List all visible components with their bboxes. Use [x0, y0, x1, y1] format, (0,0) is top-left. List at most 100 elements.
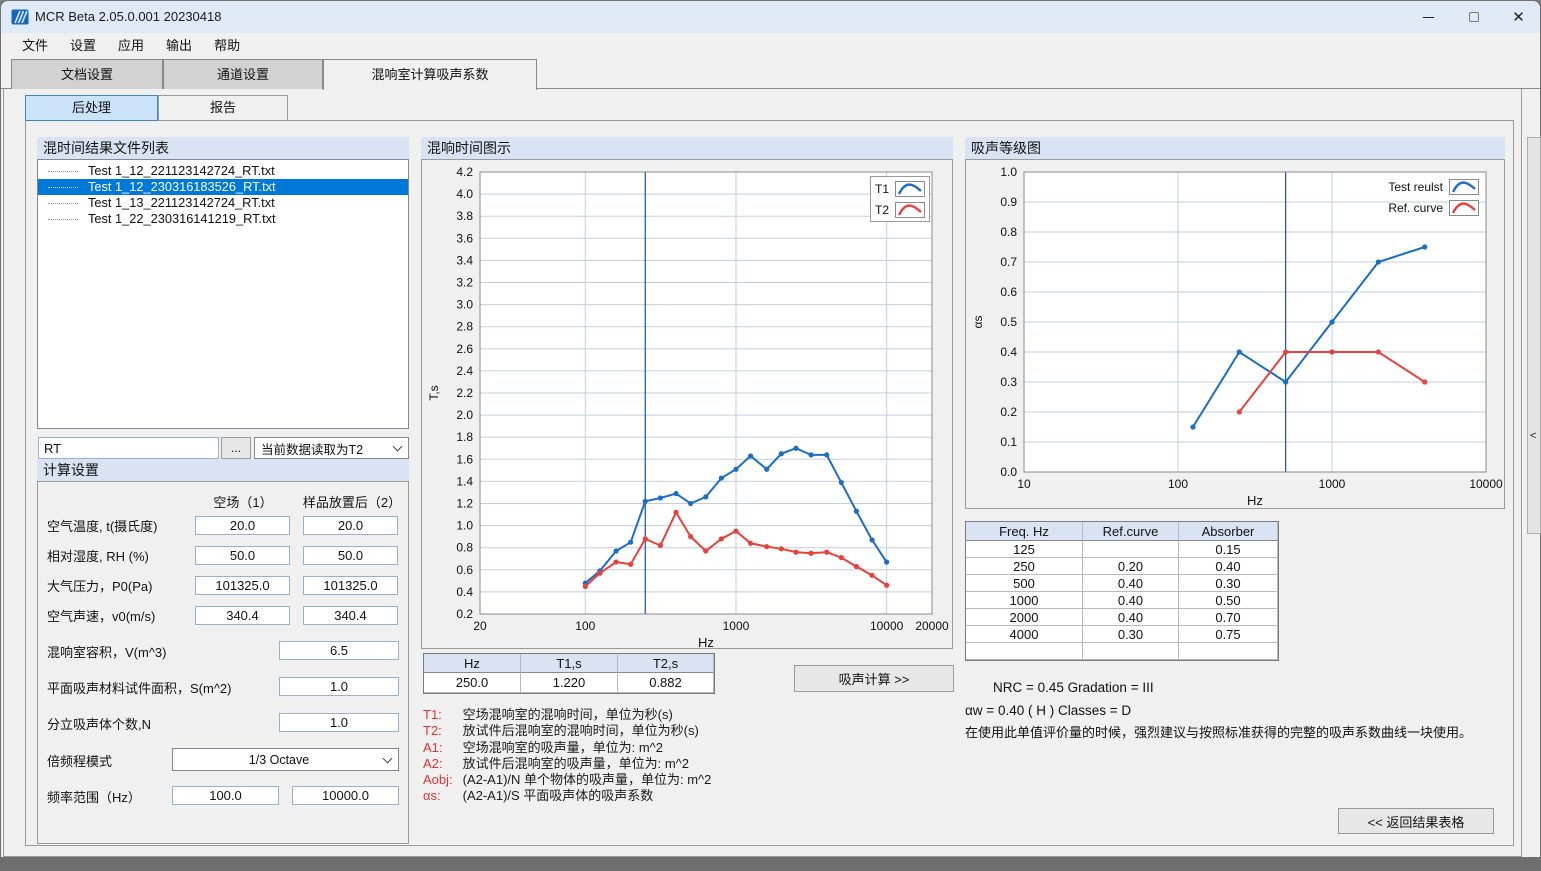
svg-text:0.2: 0.2 [456, 607, 473, 621]
subtab-后处理[interactable]: 后处理 [25, 95, 158, 121]
series-curve-icon [895, 202, 925, 218]
menu-设置[interactable]: 设置 [59, 35, 107, 57]
aw-result-text: αw = 0.40 ( H ) Classes = D [965, 703, 1131, 718]
legend-item-T1: T1 [875, 178, 925, 199]
svg-text:4.0: 4.0 [456, 187, 473, 201]
rt-name-input[interactable] [38, 437, 219, 459]
svg-text:20000: 20000 [915, 619, 949, 633]
calc-field-v2[interactable] [303, 546, 398, 565]
close-button[interactable]: ✕ [1496, 1, 1541, 33]
note-line: T2: 放试件后混响室的混响时间，单位为秒(s) [423, 723, 963, 739]
data-read-dropdown[interactable]: 当前数据读取为T2 [254, 437, 409, 459]
grade-table-cell: 1000 [966, 592, 1083, 609]
absorber-count-field[interactable] [279, 713, 399, 732]
note-line: αs: (A2-A1)/S 平面吸声体的吸声系数 [423, 788, 963, 804]
maximize-button[interactable] [1451, 1, 1496, 33]
return-results-button[interactable]: << 返回结果表格 [1338, 808, 1494, 834]
svg-text:3.2: 3.2 [456, 276, 473, 290]
legend-label: Test reulst [1388, 180, 1443, 194]
file-list[interactable]: Test 1_12_221123142724_RT.txtTest 1_12_2… [37, 159, 409, 429]
svg-text:0.1: 0.1 [1000, 435, 1017, 449]
svg-text:3.0: 3.0 [456, 298, 473, 312]
collapse-splitter[interactable]: < [1527, 137, 1541, 534]
calc-field-v1[interactable] [195, 606, 290, 625]
rt-table-cell-t1: 1.220 [521, 673, 618, 693]
calc-field-v2[interactable] [303, 516, 398, 535]
screen: MCR Beta 2.05.0.001 20230418 ✕ 文件设置应用输出帮… [0, 0, 1541, 871]
rt-table-header: T2,s [618, 654, 714, 673]
note-text: 放试件后混响室的混响时间，单位为秒(s) [459, 723, 699, 738]
grade-table-cell: 0.40 [1179, 558, 1278, 575]
note-text: 空场混响室的吸声量，单位为: m^2 [459, 740, 663, 755]
menu-文件[interactable]: 文件 [11, 35, 59, 57]
menu-bar: 文件设置应用输出帮助 [1, 33, 1540, 59]
svg-text:20: 20 [473, 619, 487, 633]
grade-table-cell: 500 [966, 575, 1083, 592]
browse-button[interactable]: ... [221, 437, 251, 459]
window-title: MCR Beta 2.05.0.001 20230418 [35, 1, 221, 33]
calc-field-v2[interactable] [303, 606, 398, 625]
file-list-item[interactable]: Test 1_13_221123142724_RT.txt [38, 195, 408, 211]
freq-min-field[interactable] [172, 786, 279, 805]
svg-text:1.8: 1.8 [456, 430, 473, 444]
tree-branch-icon [48, 219, 78, 220]
file-name: Test 1_12_230316183526_RT.txt [88, 179, 276, 195]
sample-area-field[interactable] [279, 677, 399, 696]
calc-field-v1[interactable] [195, 576, 290, 595]
calc-field-v1[interactable] [195, 546, 290, 565]
app-window: MCR Beta 2.05.0.001 20230418 ✕ 文件设置应用输出帮… [0, 0, 1541, 858]
calc-field-v2[interactable] [303, 576, 398, 595]
tree-branch-icon [48, 203, 78, 204]
legend-label: T2 [875, 203, 889, 217]
subtab-报告[interactable]: 报告 [158, 95, 288, 121]
svg-text:0.9: 0.9 [1000, 195, 1017, 209]
file-list-item[interactable]: Test 1_12_230316183526_RT.txt [38, 179, 408, 195]
grade-table-header: Ref.curve [1083, 522, 1179, 541]
note-key: αs: [423, 788, 459, 804]
svg-text:1.2: 1.2 [456, 497, 473, 511]
legend-item-Ref. curve: Ref. curve [1361, 197, 1479, 218]
col1-header: 空场（1） [188, 493, 298, 512]
svg-text:0.8: 0.8 [456, 541, 473, 555]
svg-text:3.6: 3.6 [456, 231, 473, 245]
legend-item-Test reulst: Test reulst [1361, 176, 1479, 197]
octave-mode-dropdown[interactable]: 1/3 Octave [172, 748, 399, 771]
svg-text:0.0: 0.0 [1000, 465, 1017, 479]
menu-输出[interactable]: 输出 [155, 35, 203, 57]
chevron-down-icon[interactable] [389, 446, 405, 450]
tab-文档设置[interactable]: 文档设置 [11, 59, 163, 89]
close-icon: ✕ [1512, 10, 1525, 25]
note-key: A1: [423, 740, 459, 756]
svg-text:0.2: 0.2 [1000, 405, 1017, 419]
svg-text:100: 100 [575, 619, 595, 633]
maximize-icon [1469, 12, 1479, 22]
grade-table-cell: 0.75 [1179, 626, 1278, 643]
grade-table-cell: 0.15 [1179, 541, 1278, 558]
file-list-item[interactable]: Test 1_12_221123142724_RT.txt [38, 163, 408, 179]
note-text: 空场混响室的混响时间，单位为秒(s) [459, 707, 673, 722]
grade-table-cell: 0.40 [1083, 575, 1179, 592]
chevron-down-icon[interactable] [379, 758, 395, 762]
rt-cursor-table: Hz T1,s T2,s 250.0 1.220 0.882 [423, 653, 715, 694]
volume-field[interactable] [279, 641, 399, 660]
svg-text:10000: 10000 [1469, 477, 1503, 491]
tab-通道设置[interactable]: 通道设置 [163, 59, 323, 89]
svg-text:10000: 10000 [870, 619, 904, 633]
freq-max-field[interactable] [292, 786, 399, 805]
svg-text:0.8: 0.8 [1000, 225, 1017, 239]
svg-text:2.2: 2.2 [456, 386, 473, 400]
tab-混响室计算吸声系数[interactable]: 混响室计算吸声系数 [323, 59, 537, 90]
menu-帮助[interactable]: 帮助 [203, 35, 251, 57]
note-key: T2: [423, 723, 459, 739]
grade-table-cell: 0.30 [1179, 575, 1278, 592]
data-read-value: 当前数据读取为T2 [261, 439, 389, 458]
calc-field-v1[interactable] [195, 516, 290, 535]
absorption-calc-button[interactable]: 吸声计算 >> [794, 665, 954, 692]
svg-text:1.0: 1.0 [456, 519, 473, 533]
svg-text:Hz: Hz [1247, 493, 1263, 508]
menu-应用[interactable]: 应用 [107, 35, 155, 57]
title-bar: MCR Beta 2.05.0.001 20230418 ✕ [1, 1, 1540, 33]
minimize-button[interactable] [1406, 1, 1451, 33]
file-list-item[interactable]: Test 1_22_230316141219_RT.txt [38, 211, 408, 227]
calc-row-label: 空气温度, t(摄氏度) [47, 517, 158, 536]
